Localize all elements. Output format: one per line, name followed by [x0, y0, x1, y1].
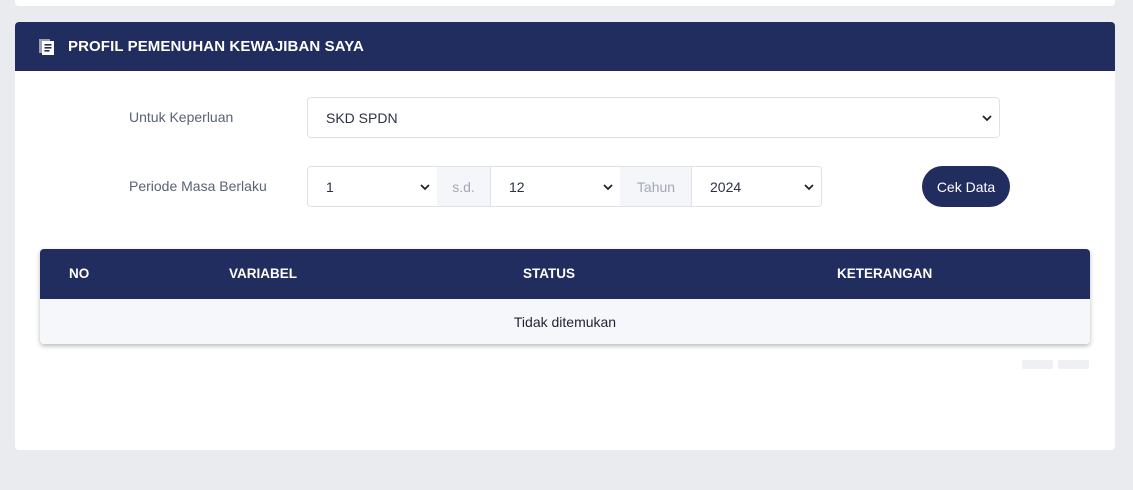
period-end-select[interactable]: 12 — [490, 166, 621, 207]
table-empty-row: Tidak ditemukan — [40, 299, 1090, 344]
purpose-label: Untuk Keperluan — [129, 109, 234, 125]
period-start-select[interactable]: 1 — [307, 166, 438, 207]
check-data-button[interactable]: Cek Data — [922, 166, 1010, 207]
pagination-next-button[interactable] — [1058, 360, 1089, 369]
pagination-prev-button[interactable] — [1022, 360, 1053, 369]
column-header-variabel: VARIABEL — [229, 266, 298, 281]
panel-title: PROFIL PEMENUHAN KEWAJIBAN SAYA — [68, 38, 364, 55]
year-select[interactable]: 2024 — [691, 166, 822, 207]
column-header-no: NO — [69, 266, 90, 281]
period-start-value: 1 — [326, 178, 334, 195]
period-end-value: 12 — [509, 178, 525, 195]
period-separator: s.d. — [437, 166, 490, 207]
purpose-select-value: SKD SPDN — [326, 109, 398, 126]
document-icon — [38, 38, 56, 56]
empty-message: Tidak ditemukan — [513, 313, 617, 330]
column-header-keterangan: KETERANGAN — [837, 266, 933, 281]
compliance-profile-panel: PROFIL PEMENUHAN KEWAJIBAN SAYA Untuk Ke… — [15, 22, 1115, 450]
column-header-status: STATUS — [523, 266, 575, 281]
chevron-down-icon — [982, 115, 992, 122]
period-row: Periode Masa Berlaku 1 s.d. 12 Tahun 202… — [15, 166, 1115, 207]
panel-header: PROFIL PEMENUHAN KEWAJIBAN SAYA — [15, 22, 1115, 71]
chevron-down-icon — [420, 184, 430, 191]
period-label: Periode Masa Berlaku — [129, 178, 267, 194]
year-addon: Tahun — [620, 166, 692, 207]
year-select-value: 2024 — [710, 178, 742, 195]
table-header: NO VARIABEL STATUS KETERANGAN — [40, 249, 1090, 299]
obligations-table: NO VARIABEL STATUS KETERANGAN Tidak dite… — [40, 249, 1090, 344]
purpose-select[interactable]: SKD SPDN — [307, 97, 1000, 138]
chevron-down-icon — [804, 184, 814, 191]
purpose-row: Untuk Keperluan SKD SPDN — [15, 97, 1115, 138]
top-card-remnant — [15, 0, 1115, 6]
chevron-down-icon — [603, 184, 613, 191]
